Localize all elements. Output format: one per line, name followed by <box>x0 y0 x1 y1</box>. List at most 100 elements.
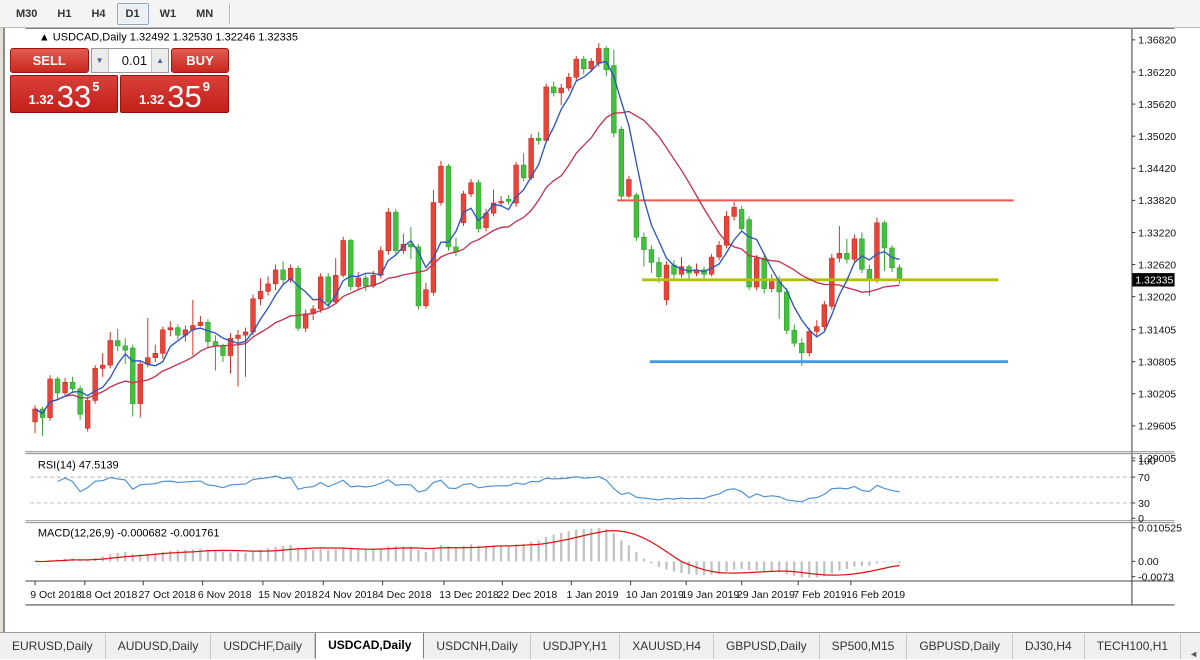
tab-dj30-h4[interactable]: DJ30,H4 <box>1013 634 1085 659</box>
candle-body-up <box>386 212 391 251</box>
buy-price-display[interactable]: 1.32 35 9 <box>120 75 229 113</box>
timeframe-button-w1[interactable]: W1 <box>151 3 186 25</box>
sell-price-big-digits: 33 <box>57 84 91 110</box>
candle-body-down <box>296 268 301 328</box>
timeframe-button-h1[interactable]: H1 <box>48 3 80 25</box>
candle-body-down <box>867 269 872 279</box>
candle-body-up <box>168 328 173 330</box>
candle-body-up <box>559 88 564 93</box>
candle-body-down <box>281 270 286 280</box>
tab-usdcnh-daily[interactable]: USDCNH,Daily <box>424 634 530 659</box>
candle-body-down <box>115 341 120 346</box>
price-axis-label: 1.34420 <box>1138 163 1176 175</box>
volume-increase-icon[interactable]: ▲ <box>151 49 168 72</box>
tab-scroll-left-icon[interactable]: ◄ <box>1189 649 1198 659</box>
tab-audusd-daily[interactable]: AUDUSD,Daily <box>106 634 212 659</box>
candle-body-up <box>754 258 759 287</box>
candle-body-up <box>273 270 278 284</box>
candle-body-up <box>108 341 113 366</box>
candle-body-up <box>251 299 256 332</box>
date-axis-label: 16 Feb 2019 <box>846 589 905 601</box>
date-axis-label: 6 Nov 2018 <box>198 589 252 601</box>
candle-body-down <box>130 348 135 404</box>
volume-spinner: ▼ 0.01 ▲ <box>91 48 170 73</box>
volume-decrease-icon[interactable]: ▼ <box>92 49 109 72</box>
candle-body-up <box>566 77 571 88</box>
sell-button[interactable]: SELL <box>10 48 89 73</box>
svg-text:-0.0073: -0.0073 <box>1138 572 1174 584</box>
candle-body-up <box>529 138 534 178</box>
tab-sp500-m15[interactable]: SP500,M15 <box>820 634 908 659</box>
candle-body-down <box>882 223 887 248</box>
candle-body-up <box>138 364 143 404</box>
candle-body-up <box>48 379 53 418</box>
price-axis-label: 1.30205 <box>1138 389 1176 401</box>
candle-body-up <box>424 290 429 306</box>
candle-body-down <box>581 59 586 69</box>
candle-body-up <box>544 87 549 140</box>
candle-body-down <box>792 330 797 343</box>
tab-tech100-h1[interactable]: TECH100,H1 <box>1085 634 1181 659</box>
candle-body-up <box>814 327 819 332</box>
candle-body-up <box>266 284 271 291</box>
date-axis-label: 9 Oct 2018 <box>30 589 82 601</box>
candle-body-up <box>153 353 158 357</box>
svg-text:100: 100 <box>1138 456 1156 468</box>
candle-body-down <box>784 292 789 331</box>
price-axis-label: 1.35020 <box>1138 131 1176 143</box>
timeframe-button-h4[interactable]: H4 <box>82 3 114 25</box>
candle-body-up <box>160 330 165 354</box>
date-axis-label: 22 Dec 2018 <box>498 589 558 601</box>
candle-body-up <box>807 331 812 352</box>
candle-body-up <box>875 223 880 279</box>
buy-button[interactable]: BUY <box>171 48 229 73</box>
tab-usdcad-daily[interactable]: USDCAD,Daily <box>315 632 424 659</box>
candle-body-up <box>85 400 90 428</box>
candle-body-down <box>123 346 128 350</box>
date-axis-label: 4 Dec 2018 <box>378 589 432 601</box>
candle-body-down <box>642 237 647 249</box>
candle-body-up <box>574 59 579 77</box>
tab-eurusd-daily[interactable]: EURUSD,Daily <box>0 634 106 659</box>
candle-body-down <box>446 166 451 247</box>
chart-background <box>25 28 1174 633</box>
candle-body-up <box>732 207 737 216</box>
candle-body-down <box>175 328 180 335</box>
candle-body-down <box>521 165 526 178</box>
candle-body-down <box>860 239 865 269</box>
timeframe-button-d1[interactable]: D1 <box>117 3 149 25</box>
candle-body-up <box>341 240 346 275</box>
tab-usdchf-daily[interactable]: USDCHF,Daily <box>211 634 315 659</box>
sell-price-display[interactable]: 1.32 33 5 <box>10 75 118 113</box>
volume-input[interactable]: 0.01 <box>109 49 152 72</box>
date-axis-label: 19 Jan 2019 <box>681 589 739 601</box>
candle-body-up <box>709 257 714 274</box>
candle-body-down <box>476 183 481 229</box>
candle-body-up <box>469 183 474 194</box>
price-axis-label: 1.33820 <box>1138 195 1176 207</box>
candle-body-down <box>897 268 902 280</box>
candle-body-down <box>604 48 609 69</box>
candle-body-up <box>664 265 669 300</box>
chart-window: 1.368201.362201.356201.350201.344201.338… <box>0 28 1200 660</box>
timeframe-button-mn[interactable]: MN <box>187 3 222 25</box>
candle-body-down <box>55 379 60 393</box>
candle-body-down <box>506 199 511 201</box>
buy-price-big-digits: 35 <box>167 84 201 110</box>
symbol-tab-bar: EURUSD,Daily AUDUSD,Daily USDCHF,Daily U… <box>0 632 1200 659</box>
price-axis-label: 1.33220 <box>1138 227 1176 239</box>
candle-body-up <box>243 332 248 335</box>
candle-body-down <box>551 87 556 93</box>
tab-gbpusd-daily-2[interactable]: GBPUSD,Daily <box>907 634 1013 659</box>
candle-body-up <box>499 201 504 203</box>
tab-gbpusd-daily[interactable]: GBPUSD,Daily <box>714 634 820 659</box>
tab-usdjpy-h1[interactable]: USDJPY,H1 <box>531 634 620 659</box>
date-axis-label: 18 Oct 2018 <box>80 589 137 601</box>
timeframe-button-m30[interactable]: M30 <box>7 3 46 25</box>
candle-body-down <box>536 138 541 140</box>
candle-body-up <box>236 335 241 338</box>
date-axis-label: 27 Oct 2018 <box>138 589 195 601</box>
tab-xauusd-h4[interactable]: XAUUSD,H4 <box>620 634 714 659</box>
candle-body-down <box>762 258 767 288</box>
candle-body-down <box>348 240 353 286</box>
